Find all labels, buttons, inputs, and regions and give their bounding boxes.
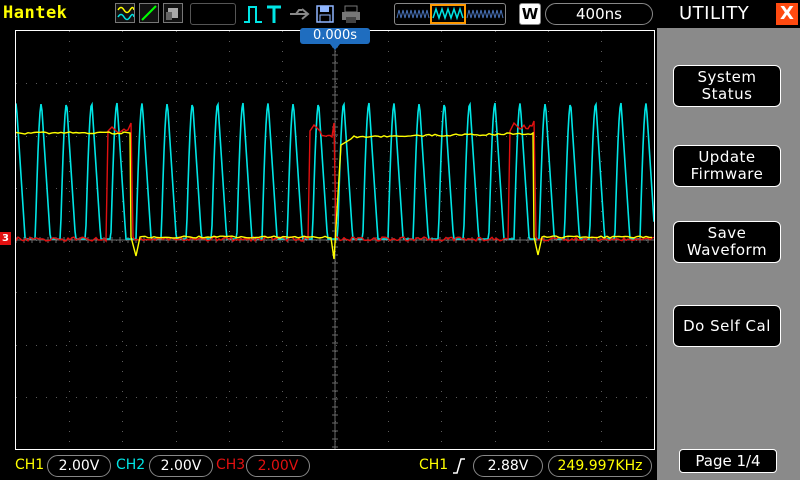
rising-edge-icon	[452, 457, 466, 475]
do-self-cal-button[interactable]: Do Self Cal	[673, 305, 781, 347]
waveform-traces	[16, 31, 654, 449]
ch2-scale[interactable]: 2.00V	[149, 455, 213, 477]
system-status-button[interactable]: System Status	[673, 65, 781, 107]
memory-overview	[394, 3, 506, 25]
ch3-ground-marker[interactable]: 3	[0, 232, 11, 245]
waveform-display	[15, 30, 655, 450]
ch3-label: CH3	[216, 457, 245, 473]
reserved-slot	[190, 3, 236, 25]
channel-status-bar: CH1 2.00V CH2 2.00V CH3 2.00V CH1 2.88V …	[0, 452, 656, 480]
page-indicator-button[interactable]: Page 1/4	[679, 449, 777, 473]
printer-icon[interactable]	[340, 4, 362, 24]
trigger-edge-icon	[242, 4, 264, 24]
trigger-level-value[interactable]: 2.88V	[473, 455, 543, 477]
ch2-label: CH2	[116, 457, 145, 473]
window-mode-letter: W	[520, 4, 540, 24]
acquire-mode-icon	[115, 3, 135, 23]
ch3-scale[interactable]: 2.00V	[246, 455, 310, 477]
trigger-position-marker[interactable]: 0.000s	[300, 28, 370, 44]
trigger-frequency: 249.997KHz	[548, 455, 652, 477]
usb-icon	[288, 6, 312, 22]
utility-menu: UTILITY X System Status Update Firmware …	[657, 0, 800, 480]
menu-header: UTILITY X	[657, 0, 800, 28]
save-disk-icon[interactable]	[315, 4, 335, 24]
ch1-label: CH1	[15, 457, 44, 473]
display-vector-icon	[139, 3, 159, 23]
close-button[interactable]: X	[776, 3, 798, 25]
update-firmware-button[interactable]: Update Firmware	[673, 145, 781, 187]
status-bar: Hantek W 400ns	[0, 0, 656, 28]
persistence-icon	[163, 3, 183, 23]
menu-title: UTILITY	[679, 3, 749, 24]
window-mode-indicator: W	[519, 3, 541, 25]
trigger-t-icon	[266, 4, 282, 24]
timebase-value[interactable]: 400ns	[545, 3, 653, 25]
brand-logo: Hantek	[3, 3, 67, 23]
ch1-scale[interactable]: 2.00V	[47, 455, 111, 477]
trigger-source-label: CH1	[419, 457, 448, 473]
save-waveform-button[interactable]: Save Waveform	[673, 221, 781, 263]
